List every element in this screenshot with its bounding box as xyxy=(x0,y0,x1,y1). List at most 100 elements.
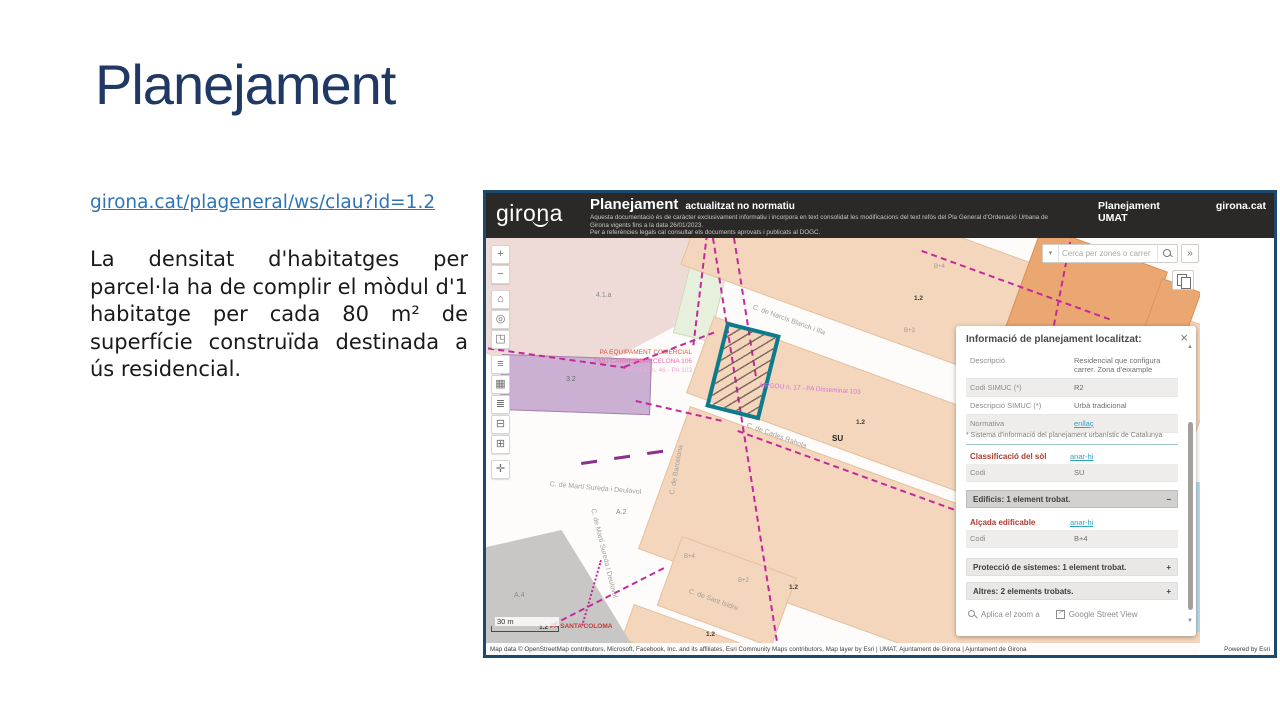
anar-hi-link[interactable]: anar-hi xyxy=(1070,518,1178,527)
table-row: Descripció Residencial que configura car… xyxy=(966,352,1178,379)
table-row: Normativa enllaç xyxy=(966,415,1178,433)
map-app-screenshot: girona Planejament actualitzat no normat… xyxy=(483,190,1277,658)
panel-scrollbar[interactable] xyxy=(1188,422,1193,610)
density-label: 1.2 xyxy=(706,631,715,638)
row-label: Codi SIMUC (*) xyxy=(966,379,1072,396)
density-label: 1.2 xyxy=(789,584,798,591)
zone-label-su: SU xyxy=(832,434,843,443)
header-org-name: UMAT xyxy=(1098,212,1266,224)
plan-boundary-purple-bar xyxy=(581,460,597,465)
apply-zoom-action[interactable]: Aplica el zoom a xyxy=(968,610,1040,619)
zoom-out-button[interactable]: − xyxy=(491,265,510,284)
search-source-caret-icon[interactable]: ▾ xyxy=(1043,245,1059,262)
anar-hi-link[interactable]: anar-hi xyxy=(1070,452,1178,461)
row-label: Codi xyxy=(966,530,1072,547)
collapsible-edificis[interactable]: Edificis: 1 element trobat. − xyxy=(966,490,1178,508)
map-attribution: Map data © OpenStreetMap contributors, M… xyxy=(486,643,1274,655)
panel-actions: Aplica el zoom a Google Street View xyxy=(968,610,1137,619)
planning-info-panel: Informació de planejament localitzat: × … xyxy=(956,326,1196,636)
header-app-name: Planejament xyxy=(1098,200,1160,212)
search-input[interactable] xyxy=(1059,249,1157,258)
panel-title: Informació de planejament localitzat: xyxy=(966,334,1142,345)
zoom-to-icon xyxy=(968,610,977,619)
search-button[interactable] xyxy=(1157,245,1177,262)
zone-label: 3.2 xyxy=(566,376,576,383)
app-header-right: Planejament girona.cat UMAT xyxy=(1098,200,1266,224)
zoom-in-button[interactable]: + xyxy=(491,245,510,264)
map-canvas[interactable]: C. de Narcís Blanch i Illa C. de Carles … xyxy=(486,238,1274,655)
expand-icon[interactable]: + xyxy=(1166,587,1171,596)
row-value: Residencial que configura carrer. Zona d… xyxy=(1072,352,1178,378)
row-value: R2 xyxy=(1072,379,1178,396)
table-row: Descripció SIMUC (*) Urbà tradicional xyxy=(966,397,1178,415)
row-value: SU xyxy=(1072,464,1178,481)
map-toolbar: + − ⌂ ◎ ◳ ≡ ▦ ≣ ⊟ ⊞ ✛ xyxy=(491,245,511,480)
table-row: Codi B+4 xyxy=(966,530,1178,548)
app-subtitle: actualitzat no normatiu xyxy=(685,201,794,212)
measure-button[interactable]: ⊞ xyxy=(491,435,510,454)
app-header: girona Planejament actualitzat no normat… xyxy=(486,193,1274,238)
collapse-icon[interactable]: − xyxy=(1166,495,1171,504)
row-value: Urbà tradicional xyxy=(1072,397,1178,414)
scroll-up-icon[interactable]: ▲ xyxy=(1187,344,1193,350)
height-label: B+4 xyxy=(684,554,695,560)
extent-button[interactable]: ◳ xyxy=(491,330,510,349)
collapsible-title: Edificis: 1 element trobat. xyxy=(973,495,1070,504)
widget-expand-button[interactable]: » xyxy=(1181,244,1199,263)
scale-bar: 30 m xyxy=(491,617,559,632)
map-right-blank xyxy=(1200,238,1274,646)
zone-label: A.2 xyxy=(616,509,627,516)
normativa-link[interactable]: enllaç xyxy=(1072,415,1178,432)
search-icon xyxy=(1163,249,1171,257)
print-button[interactable]: ⊟ xyxy=(491,415,510,434)
section-classificacio: Classificació del sòl anar-hi xyxy=(966,448,1178,464)
plan-boundary-purple-bar xyxy=(614,455,630,460)
expand-icon[interactable]: + xyxy=(1166,563,1171,572)
legend-button[interactable]: ≡ xyxy=(491,355,510,374)
layers-button[interactable]: ≣ xyxy=(491,395,510,414)
table-row: Codi SU xyxy=(966,464,1178,482)
collapsible-title: Altres: 2 elements trobats. xyxy=(973,587,1073,596)
girona-logo: girona xyxy=(496,200,563,227)
panel-rows: Descripció Residencial que configura car… xyxy=(966,352,1178,433)
slide: Planejament girona.cat/plageneral/ws/cla… xyxy=(0,0,1280,720)
pan-button[interactable]: ✛ xyxy=(491,460,510,479)
app-header-center: Planejament actualitzat no normatiu Aque… xyxy=(590,196,1070,237)
street-label: C. de Martí Sureda i Deulovol xyxy=(549,481,641,496)
section-heading: Alçada edificable xyxy=(966,518,1070,527)
table-row: Codi SIMUC (*) R2 xyxy=(966,379,1178,397)
plan-label: PA SANTA COLOMA xyxy=(550,623,612,630)
scale-bar-bracket xyxy=(491,626,559,632)
collapsible-proteccio[interactable]: Protecció de sistemes: 1 element trobat.… xyxy=(966,558,1178,576)
disclaimer-line-1: Aquesta documentació és de caràcter excl… xyxy=(590,214,1058,229)
external-link-icon xyxy=(1056,610,1065,619)
attribution-text: Map data © OpenStreetMap contributors, M… xyxy=(490,646,1027,653)
app-title: Planejament xyxy=(590,196,678,213)
locate-button[interactable]: ◎ xyxy=(491,310,510,329)
plan-label: MPGOU n. 46 - PA 103 xyxy=(542,366,692,375)
scale-bar-label: 30 m xyxy=(495,617,559,626)
density-label: 1.2 xyxy=(856,419,865,426)
apply-zoom-label: Aplica el zoom a xyxy=(981,610,1040,619)
scroll-down-icon[interactable]: ▼ xyxy=(1187,618,1193,624)
pages-icon xyxy=(1181,277,1191,289)
density-label: 1.2 xyxy=(914,295,923,302)
height-label: B+4 xyxy=(934,264,945,270)
documents-button[interactable] xyxy=(1172,270,1194,290)
zone-label: A.4 xyxy=(514,592,525,599)
row-label: Descripció SIMUC (*) xyxy=(966,397,1072,414)
close-icon[interactable]: × xyxy=(1180,330,1188,345)
panel-footnote: * Sistema d'informació del planejament u… xyxy=(966,432,1162,439)
collapsible-altres[interactable]: Altres: 2 elements trobats. + xyxy=(966,582,1178,600)
zone-label: 4.1.a xyxy=(596,292,612,299)
street-view-action[interactable]: Google Street View xyxy=(1056,610,1138,619)
app-disclaimer: Aquesta documentació és de caràcter excl… xyxy=(590,214,1058,237)
basemap-button[interactable]: ▦ xyxy=(491,375,510,394)
row-label: Normativa xyxy=(966,415,1072,432)
search-widget: ▾ xyxy=(1042,244,1178,263)
body-paragraph: La densitat d'habitatges per parcel·la h… xyxy=(90,246,468,384)
street-view-label: Google Street View xyxy=(1069,610,1138,619)
home-button[interactable]: ⌂ xyxy=(491,290,510,309)
girona-plan-link[interactable]: girona.cat/plageneral/ws/clau?id=1.2 xyxy=(90,192,435,213)
header-site-name: girona.cat xyxy=(1216,200,1266,212)
